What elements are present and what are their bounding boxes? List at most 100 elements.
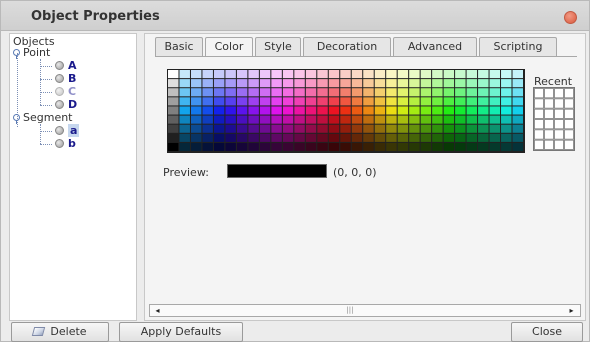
color-swatch[interactable] [168,97,179,106]
color-swatch[interactable] [213,124,225,133]
color-swatch[interactable] [202,124,213,133]
color-swatch[interactable] [202,70,213,79]
scroll-left-arrow-icon[interactable]: ◂ [152,306,163,315]
tree-item-segment-b[interactable]: b [55,137,76,150]
visibility-bullet-icon[interactable] [55,61,64,70]
tab-style[interactable]: Style [255,37,301,56]
color-swatch[interactable] [225,133,236,142]
recent-color-cell[interactable] [534,129,544,140]
color-swatch[interactable] [282,124,294,133]
color-swatches[interactable] [168,70,524,152]
color-swatch[interactable] [386,70,397,79]
color-swatch[interactable] [432,106,443,115]
color-swatch[interactable] [294,124,305,133]
color-swatch[interactable] [363,115,374,124]
color-swatch[interactable] [328,70,340,79]
color-swatch[interactable] [420,133,432,142]
color-swatch[interactable] [420,124,432,133]
color-swatch[interactable] [236,88,248,97]
color-swatch[interactable] [213,79,225,88]
color-swatch[interactable] [179,133,190,142]
color-swatch[interactable] [432,88,443,97]
color-swatch[interactable] [213,142,225,151]
color-swatch[interactable] [478,97,489,106]
color-swatch[interactable] [225,70,236,79]
color-swatch[interactable] [248,88,259,97]
color-swatch[interactable] [455,97,466,106]
visibility-bullet-icon[interactable] [55,100,64,109]
color-swatch[interactable] [397,97,409,106]
color-swatch[interactable] [489,142,501,151]
color-swatch[interactable] [501,70,512,79]
color-swatch[interactable] [478,115,489,124]
color-swatch[interactable] [489,70,501,79]
color-swatch[interactable] [213,70,225,79]
color-swatch[interactable] [271,106,282,115]
color-swatch[interactable] [501,142,512,151]
color-swatch[interactable] [397,124,409,133]
recent-color-cell[interactable] [564,119,574,130]
tree-item-point-b[interactable]: B [55,72,76,85]
color-swatch[interactable] [190,79,202,88]
color-swatch[interactable] [317,106,328,115]
color-swatch[interactable] [248,79,259,88]
color-swatch[interactable] [271,124,282,133]
color-swatch[interactable] [282,115,294,124]
color-swatch[interactable] [455,79,466,88]
color-swatch[interactable] [168,142,179,151]
color-swatch[interactable] [351,70,363,79]
color-swatch[interactable] [225,88,236,97]
color-swatch[interactable] [443,79,455,88]
recent-color-cell[interactable] [534,119,544,130]
color-swatch[interactable] [271,88,282,97]
color-swatch[interactable] [512,88,523,97]
color-swatch[interactable] [248,70,259,79]
color-swatch[interactable] [466,124,478,133]
color-swatch[interactable] [478,70,489,79]
color-swatch[interactable] [202,133,213,142]
color-swatch[interactable] [409,115,420,124]
color-swatch[interactable] [213,97,225,106]
color-swatch[interactable] [466,97,478,106]
color-swatch[interactable] [236,115,248,124]
recent-color-cell[interactable] [534,88,544,99]
expand-toggle-icon[interactable] [13,114,20,124]
color-swatch[interactable] [432,142,443,151]
color-swatch[interactable] [409,88,420,97]
color-swatch[interactable] [466,106,478,115]
color-swatch[interactable] [443,70,455,79]
recent-color-cell[interactable] [544,119,554,130]
color-swatch[interactable] [317,142,328,151]
recent-color-cell[interactable] [544,108,554,119]
color-swatch[interactable] [305,124,317,133]
color-swatch[interactable] [340,142,351,151]
color-swatch[interactable] [282,79,294,88]
tree-item-segment-a[interactable]: a [55,124,80,137]
color-swatch[interactable] [168,133,179,142]
color-swatch[interactable] [328,97,340,106]
color-swatch[interactable] [386,106,397,115]
color-swatch[interactable] [340,115,351,124]
color-swatch[interactable] [213,115,225,124]
color-swatch[interactable] [340,97,351,106]
color-swatch[interactable] [236,133,248,142]
color-swatch[interactable] [363,88,374,97]
color-swatch[interactable] [225,115,236,124]
color-swatch[interactable] [432,70,443,79]
color-swatch[interactable] [363,142,374,151]
color-swatch[interactable] [236,97,248,106]
color-swatch[interactable] [271,70,282,79]
visibility-bullet-icon[interactable] [55,74,64,83]
color-swatch[interactable] [512,133,523,142]
color-swatch[interactable] [340,124,351,133]
color-swatch[interactable] [259,115,271,124]
color-swatch[interactable] [432,115,443,124]
color-swatch[interactable] [294,142,305,151]
color-swatch[interactable] [489,97,501,106]
color-swatch[interactable] [386,133,397,142]
color-swatch[interactable] [363,106,374,115]
scroll-right-arrow-icon[interactable]: ▸ [566,306,577,315]
color-swatch[interactable] [236,79,248,88]
tab-decoration[interactable]: Decoration [303,37,391,56]
color-swatch[interactable] [512,115,523,124]
